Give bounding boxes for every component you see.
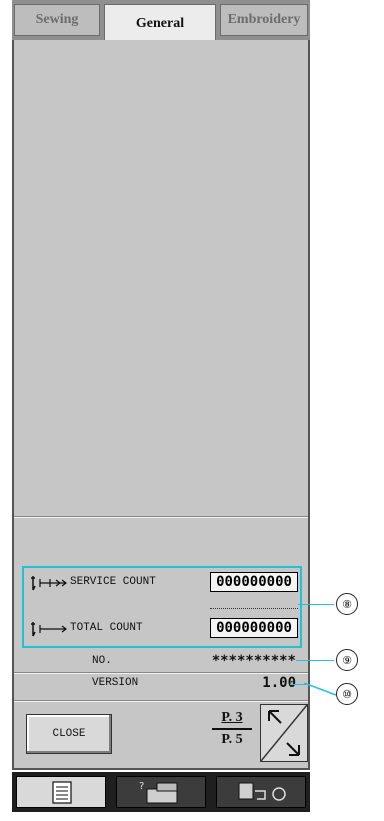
service-count-row: SERVICE COUNT 000000000 xyxy=(24,568,300,598)
settings-list-icon xyxy=(52,781,72,804)
help-machine-button[interactable]: ? xyxy=(116,776,206,808)
presser-foot-icon xyxy=(238,782,286,801)
settings-list-button[interactable] xyxy=(16,776,106,808)
total-count-label: TOTAL COUNT xyxy=(70,622,143,634)
callout-line xyxy=(298,604,334,605)
count-box: SERVICE COUNT 000000000 TOTAL COUNT 0000… xyxy=(22,566,302,648)
callout-line xyxy=(296,660,334,661)
tab-embroidery[interactable]: Embroidery xyxy=(220,4,308,36)
page-current: P. 3 xyxy=(221,710,243,725)
version-value: 1.00 xyxy=(262,675,296,691)
service-count-value: 000000000 xyxy=(210,572,298,592)
page-nav-button[interactable] xyxy=(260,704,308,762)
page-total: P. 5 xyxy=(212,728,252,748)
serial-number-label: NO. xyxy=(92,655,112,667)
dotted-divider xyxy=(210,608,298,609)
serial-number-value: ********** xyxy=(211,653,296,669)
page-indicator: P. 3 P. 5 xyxy=(212,710,252,750)
svg-text:?: ? xyxy=(139,781,144,792)
callout-9: ⑨ xyxy=(336,649,358,671)
divider xyxy=(14,516,308,518)
tab-sewing[interactable]: Sewing xyxy=(14,4,100,36)
close-button[interactable]: CLOSE xyxy=(26,714,112,754)
total-count-icon xyxy=(31,622,67,637)
total-count-row: TOTAL COUNT 000000000 xyxy=(24,614,300,644)
page-up-down-icon xyxy=(260,704,308,762)
service-count-icon xyxy=(31,576,67,591)
version-label: VERSION xyxy=(92,677,139,689)
settings-panel: SERVICE COUNT 000000000 TOTAL COUNT 0000… xyxy=(12,40,310,770)
callout-8: ⑧ xyxy=(336,593,358,615)
tab-bar: Sewing General Embroidery xyxy=(12,0,310,42)
presser-foot-button[interactable] xyxy=(216,776,306,808)
callout-connector xyxy=(304,683,337,696)
tab-general[interactable]: General xyxy=(104,4,216,42)
bottom-bar: ? xyxy=(12,772,310,812)
service-count-label: SERVICE COUNT xyxy=(70,576,156,588)
callout-10: ⑩ xyxy=(336,683,358,705)
version-row: VERSION 1.00 xyxy=(14,674,308,694)
device-screen: Sewing General Embroidery SERVICE COUNT … xyxy=(0,0,320,821)
help-machine-icon: ? xyxy=(139,781,178,804)
total-count-value: 000000000 xyxy=(210,618,298,638)
divider xyxy=(14,700,308,702)
serial-number-row: NO. ********** xyxy=(14,652,308,672)
